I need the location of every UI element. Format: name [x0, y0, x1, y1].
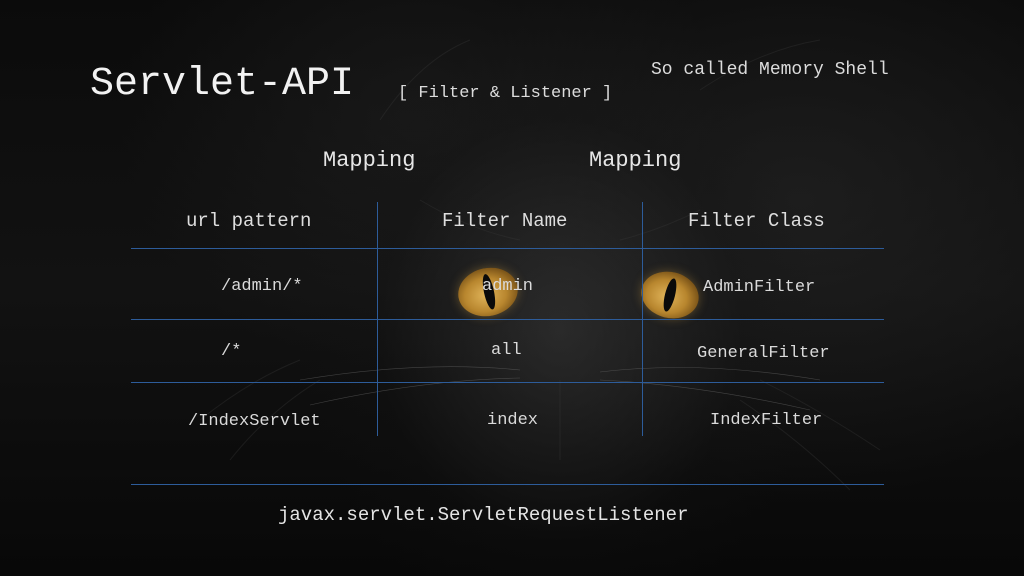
mapping-label-2: Mapping: [589, 148, 682, 173]
page-subtitle: [ Filter & Listener ]: [398, 84, 613, 103]
memory-shell-note: So called Memory Shell: [651, 60, 889, 80]
cell-url-pattern: /IndexServlet: [188, 412, 321, 431]
cell-filter-class: GeneralFilter: [697, 344, 830, 363]
cell-filter-name: all: [491, 341, 522, 360]
table-divider: [131, 382, 884, 383]
listener-class-label: javax.servlet.ServletRequestListener: [278, 504, 689, 526]
page-title: Servlet-API: [90, 62, 355, 107]
listener-divider: [131, 484, 884, 485]
cell-url-pattern: /*: [221, 342, 242, 361]
slide: Servlet-API [ Filter & Listener ] So cal…: [0, 0, 1024, 576]
table-divider: [131, 319, 884, 320]
column-header-filter-name: Filter Name: [442, 210, 568, 232]
cell-filter-name: index: [487, 411, 539, 430]
mapping-label-1: Mapping: [323, 148, 416, 173]
table-divider: [131, 248, 884, 249]
cell-url-pattern: /admin/*: [221, 277, 303, 296]
column-separator: [642, 202, 643, 436]
cell-filter-class: IndexFilter: [710, 411, 823, 430]
cell-filter-class: AdminFilter: [703, 278, 816, 297]
column-header-filter-class: Filter Class: [688, 210, 825, 232]
cell-filter-name: admin: [482, 277, 534, 296]
column-separator: [377, 202, 378, 436]
column-header-url-pattern: url pattern: [186, 210, 312, 232]
